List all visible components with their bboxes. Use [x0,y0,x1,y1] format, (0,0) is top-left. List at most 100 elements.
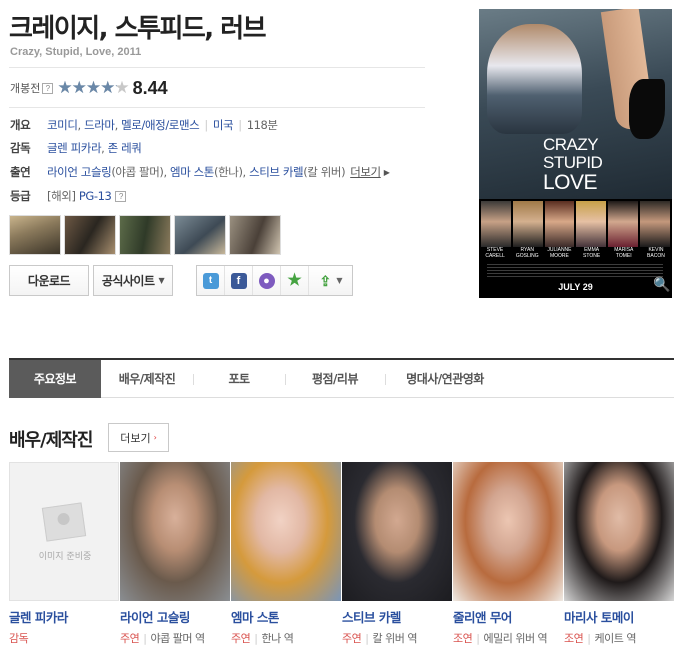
zoom-icon[interactable]: 🔍 [653,277,670,293]
cast-role: 감독 [9,632,29,645]
info-label: 감독 [10,141,31,155]
country-link[interactable]: 미국 [213,117,234,133]
runtime: 118분 [246,118,278,132]
cast-role: 주연 | 한나 역 [231,632,294,645]
info-overview: 개요 코미디, 드라마, 멜로/애정/로맨스 | 미국 | 118분 [10,117,278,133]
movie-title: 크레이지, 스투피드, 러브 [9,14,267,44]
cast-card[interactable]: 마리사 토메이 조연 | 케이트 역 [564,462,674,647]
poster-face [544,201,575,247]
star-icons-filled: ★★★★★ [57,78,117,98]
movie-poster[interactable]: CRAZY STUPID LOVE STEVE CARELL RYAN GOSL… [479,9,672,298]
poster-face [640,201,670,247]
download-button[interactable]: 다운로드 [9,265,89,296]
facebook-icon: f [230,272,247,289]
genre-link[interactable]: 코미디 [47,117,78,133]
cast-link[interactable]: 라이언 고슬링 [47,164,112,180]
director-link[interactable]: 글렌 피카라 [47,140,102,156]
cast-role: 조연 | 케이트 역 [564,632,636,645]
still-thumbnail[interactable] [119,215,171,255]
director-link[interactable]: 존 레쿼 [108,140,142,156]
info-label: 등급 [10,189,31,203]
divider [9,107,425,108]
cast-photo[interactable] [231,462,341,601]
cast-card[interactable]: 스티브 카렐 주연 | 칼 위버 역 [342,462,452,647]
placeholder-text: 이미지 준비중 [38,552,92,562]
rating-value: 8.44 [132,77,168,98]
tab-cast-crew[interactable]: 배우/제작진 [101,360,193,398]
star-rating: ★★★★★ ★★★★★ [57,78,129,98]
cast-card[interactable]: 엠마 스톤 주연 | 한나 역 [231,462,341,647]
cast-card[interactable]: 이미지 준비중 글렌 피카라 감독 [9,462,119,647]
poster-face [576,201,607,247]
photo-placeholder: 이미지 준비중 [9,462,119,601]
cast-more-button[interactable]: 더보기 › [108,423,169,452]
still-thumbnail[interactable] [174,215,226,255]
facebook-button[interactable]: f [225,266,253,295]
cast-role: 주연 | 야콥 팔머 역 [120,632,205,645]
poster-title-line: STUPID [543,153,603,172]
poster-face [512,201,543,247]
info-label: 출연 [10,165,31,179]
info-director: 감독 글렌 피카라, 존 레쿼 [10,140,142,156]
tab-bar: 주요정보 배우/제작진 포토 평점/리뷰 명대사/연관영화 [9,358,674,398]
rating-label: 개봉전 [10,82,41,95]
chat-button[interactable]: ● [253,266,281,295]
still-thumbnail[interactable] [229,215,281,255]
chevron-right-icon: › [153,433,157,442]
poster-face [608,201,639,247]
poster-face [481,201,511,247]
help-icon[interactable]: ? [42,82,54,94]
cast-name[interactable]: 마리사 토메이 [564,607,674,626]
poster-faces [479,201,672,249]
cast-photo[interactable] [453,462,563,601]
arrow-right-icon: ▶ [383,167,390,177]
tab-reviews[interactable]: 평점/리뷰 [285,360,385,398]
poster-figure [487,24,582,134]
cast-role: 주연 | 칼 위버 역 [342,632,417,645]
cast-photo[interactable] [342,462,452,601]
favorite-button[interactable]: ★ [281,266,309,295]
cast-name[interactable]: 엠마 스톤 [231,607,341,626]
caret-down-icon: ▼ [158,276,165,285]
no-image-icon [41,502,87,542]
help-icon[interactable]: ? [115,190,127,202]
poster-credits [487,264,663,278]
tab-main-info[interactable]: 주요정보 [9,359,101,398]
twitter-button[interactable]: t [197,266,225,295]
poster-name: JULIANNE MOORE [547,247,572,259]
more-label: 더보기 [120,431,151,445]
official-site-label: 공식사이트 [101,274,155,288]
original-title: Crazy, Stupid, Love, 2011 [10,46,142,58]
share-toolbar: t f ● ★ ⇪ ▼ [196,265,353,296]
still-thumbnail[interactable] [9,215,61,255]
cast-link[interactable]: 스티브 카렐 [249,164,304,180]
cast-photo[interactable] [120,462,230,601]
tab-quotes[interactable]: 명대사/연관영화 [385,360,505,398]
cast-name[interactable]: 라이언 고슬링 [120,607,230,626]
genre-link[interactable]: 드라마 [84,117,115,133]
genre-link[interactable]: 멜로/애정/로맨스 [121,117,200,133]
tab-photo[interactable]: 포토 [193,360,285,398]
cast-name[interactable]: 스티브 카렐 [342,607,452,626]
poster-names: STEVE CARELL RYAN GOSLING JULIANNE MOORE… [479,247,672,259]
cast-link[interactable]: 엠마 스톤 [170,164,214,180]
poster-title-line: CRAZY [543,135,599,154]
official-site-button[interactable]: 공식사이트 ▼ [93,265,173,296]
poster-name: KEVIN BACON [647,247,665,259]
grade-link[interactable]: PG-13 [79,189,112,203]
poster-date: JULY 29 [558,282,593,292]
twitter-icon: t [202,272,219,289]
share-icon: ⇪ [319,272,332,289]
poster-heel [629,79,665,139]
cast-more-link[interactable]: 더보기 [350,164,381,180]
cast-photo[interactable] [564,462,674,601]
share-button[interactable]: ⇪ ▼ [309,266,351,295]
cast-name[interactable]: 글렌 피카라 [9,607,119,626]
cast-list: 이미지 준비중 글렌 피카라 감독 라이언 고슬링 주연 | 야콥 팔머 역 엠마 … [9,462,674,647]
cast-card[interactable]: 줄리앤 무어 조연 | 에밀리 위버 역 [453,462,563,647]
cast-card[interactable]: 라이언 고슬링 주연 | 야콥 팔머 역 [120,462,230,647]
cast-name[interactable]: 줄리앤 무어 [453,607,563,626]
still-thumbnail[interactable] [64,215,116,255]
rating-row: 개봉전 ? ★★★★★ ★★★★★ 8.44 [10,77,168,99]
chat-icon: ● [258,272,275,289]
